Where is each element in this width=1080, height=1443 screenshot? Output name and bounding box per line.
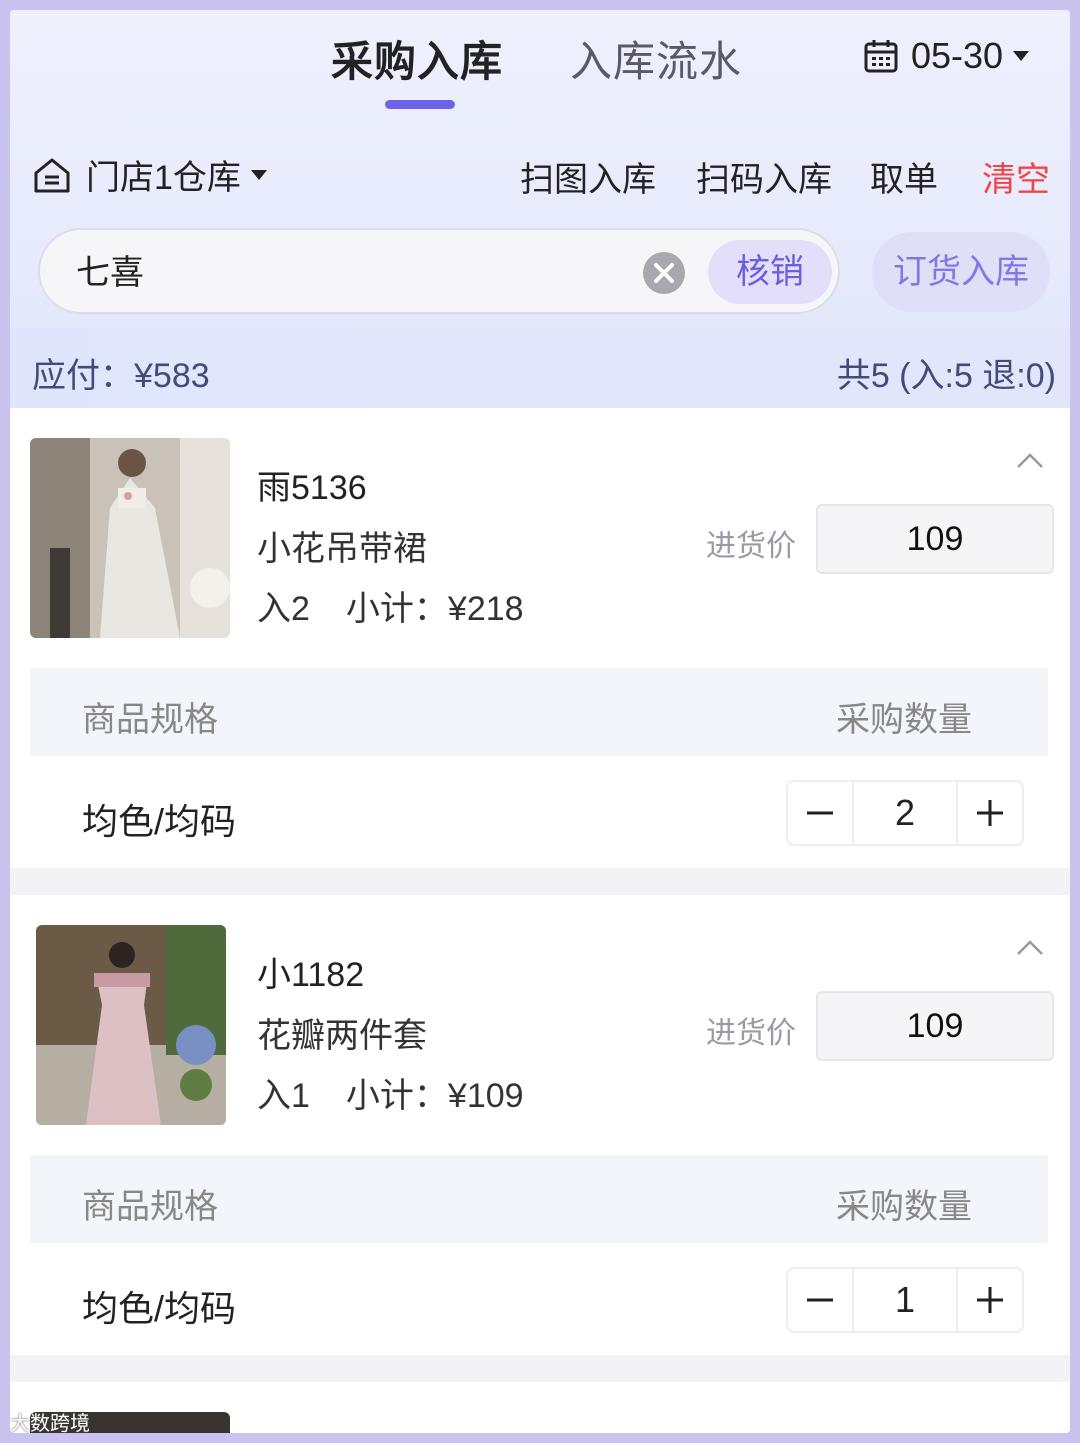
dress-photo-icon bbox=[36, 925, 226, 1125]
caret-down-icon bbox=[250, 169, 267, 180]
spec-header-label: 商品规格 bbox=[82, 1188, 218, 1226]
caret-down-icon bbox=[1013, 51, 1030, 61]
increment-button[interactable] bbox=[958, 782, 1022, 844]
product-card: 小1182 花瓣两件套 入1 小计：¥109 进货价 109 商品规格 采购数量 … bbox=[10, 895, 1070, 1355]
chevron-up-icon[interactable] bbox=[1015, 448, 1045, 472]
search-input[interactable] bbox=[76, 250, 519, 289]
quantity-value[interactable]: 1 bbox=[852, 1269, 958, 1331]
tab-purchase-in[interactable]: 采购入库 bbox=[331, 28, 503, 89]
item-count: 共5 (入:5 退:0) bbox=[836, 357, 1056, 395]
quantity-stepper: 2 bbox=[786, 780, 1024, 846]
subtotal: 小计：¥218 bbox=[345, 590, 524, 628]
purchase-price-input[interactable]: 109 bbox=[816, 991, 1054, 1061]
calendar-icon bbox=[864, 40, 898, 73]
purchase-price-label: 进货价 bbox=[706, 1017, 796, 1050]
quantity-value[interactable]: 2 bbox=[852, 782, 958, 844]
spec-value: 均色/均码 bbox=[82, 1288, 237, 1329]
quantity-header-label: 采购数量 bbox=[836, 1188, 972, 1226]
subtotal: 小计：¥109 bbox=[345, 1077, 524, 1115]
in-quantity: 入2 bbox=[257, 590, 310, 628]
minus-icon bbox=[807, 1298, 833, 1302]
quantity-stepper: 1 bbox=[786, 1267, 1024, 1333]
watermark-text: 大数跨境 bbox=[10, 1413, 90, 1433]
app-frame: 采购入库 入库流水 05-30 门店1仓库 扫图入库 扫码入库 取单 清空 七喜… bbox=[10, 10, 1070, 1433]
clear-input-icon[interactable] bbox=[642, 251, 686, 295]
scan-image-in-button[interactable]: 扫图入库 bbox=[520, 152, 656, 201]
product-code: 小1182 bbox=[257, 956, 365, 994]
scan-code-in-button[interactable]: 扫码入库 bbox=[696, 152, 832, 201]
clear-button[interactable]: 清空 bbox=[982, 152, 1050, 201]
minus-icon bbox=[807, 811, 833, 815]
spec-header-label: 商品规格 bbox=[82, 701, 218, 739]
in-quantity: 入1 bbox=[257, 1077, 310, 1115]
chevron-up-icon[interactable] bbox=[1015, 935, 1045, 959]
product-image[interactable] bbox=[30, 438, 230, 638]
quantity-header-label: 采购数量 bbox=[836, 701, 972, 739]
plus-icon bbox=[977, 800, 1003, 826]
purchase-price-input[interactable]: 109 bbox=[816, 504, 1054, 574]
product-qty-line: 入2 小计：¥218 bbox=[257, 581, 524, 630]
dress-photo-icon bbox=[30, 438, 230, 638]
product-card-partial bbox=[10, 1382, 1070, 1433]
active-tab-indicator bbox=[385, 100, 455, 109]
decrement-button[interactable] bbox=[788, 782, 852, 844]
order-in-button[interactable]: 订货入库 bbox=[872, 232, 1050, 312]
purchase-price-label: 进货价 bbox=[706, 530, 796, 563]
spec-value: 均色/均码 bbox=[82, 801, 237, 842]
plus-icon bbox=[977, 1287, 1003, 1313]
spec-table-header: 商品规格 采购数量 bbox=[30, 1155, 1048, 1243]
increment-button[interactable] bbox=[958, 1269, 1022, 1331]
decrement-button[interactable] bbox=[788, 1269, 852, 1331]
product-name: 花瓣两件套 bbox=[257, 1017, 427, 1055]
payable-amount: 应付：¥583 bbox=[32, 357, 210, 395]
search-bar: 核销 bbox=[38, 228, 840, 314]
product-name: 小花吊带裙 bbox=[257, 530, 427, 568]
product-card: 雨5136 小花吊带裙 入2 小计：¥218 进货价 109 商品规格 采购数量 … bbox=[10, 408, 1070, 868]
spec-table-header: 商品规格 采购数量 bbox=[30, 668, 1048, 756]
verify-button[interactable]: 核销 bbox=[708, 240, 832, 304]
product-qty-line: 入1 小计：¥109 bbox=[257, 1068, 524, 1117]
warehouse-icon bbox=[34, 158, 70, 192]
store-name: 门店1仓库 bbox=[86, 159, 241, 197]
store-selector[interactable]: 门店1仓库 bbox=[32, 150, 267, 199]
tab-in-history[interactable]: 入库流水 bbox=[570, 28, 742, 89]
date-picker[interactable]: 05-30 bbox=[863, 34, 1030, 78]
date-value: 05-30 bbox=[911, 35, 1004, 76]
product-image[interactable] bbox=[36, 925, 226, 1125]
fetch-order-button[interactable]: 取单 bbox=[870, 152, 938, 201]
product-code: 雨5136 bbox=[257, 469, 367, 507]
